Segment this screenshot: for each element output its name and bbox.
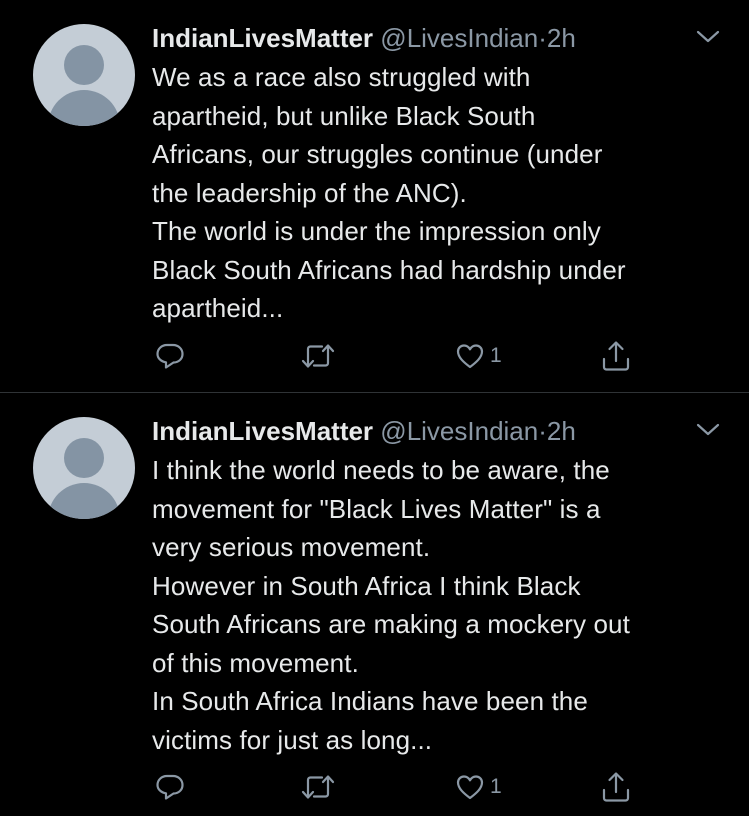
retweet-button[interactable] bbox=[300, 336, 336, 376]
tweet-text-line: Black South Africans had hardship under bbox=[152, 254, 626, 285]
separator: · bbox=[538, 416, 547, 446]
author-name[interactable]: IndianLivesMatter bbox=[152, 23, 373, 53]
share-icon bbox=[602, 341, 630, 371]
tweet-text-line: I think the world needs to be aware, the bbox=[152, 455, 610, 485]
avatar-head bbox=[64, 438, 104, 478]
tweet-header: IndianLivesMatter @LivesIndian·2h bbox=[152, 20, 576, 56]
share-button[interactable] bbox=[600, 767, 632, 807]
tweet-text-line: the leadership of the ANC). bbox=[152, 177, 467, 208]
like-count: 1 bbox=[490, 344, 502, 367]
tweet-header: IndianLivesMatter @LivesIndian·2h bbox=[152, 413, 576, 449]
chevron-down-icon[interactable] bbox=[694, 26, 722, 48]
avatar-shoulders bbox=[48, 90, 120, 126]
tweet-text-line: South Africans are making a mockery out bbox=[152, 609, 630, 639]
reply-button[interactable] bbox=[154, 767, 186, 807]
like-button[interactable]: 1 bbox=[454, 767, 502, 807]
share-icon bbox=[602, 772, 630, 802]
reply-icon bbox=[156, 343, 184, 369]
tweet-text-line: The world is under the impression only bbox=[152, 216, 601, 246]
tweet-text-line: movement for "Black Lives Matter" is a bbox=[152, 493, 601, 524]
chevron-down-icon[interactable] bbox=[694, 419, 722, 441]
separator: · bbox=[538, 23, 547, 53]
retweet-icon bbox=[301, 775, 335, 799]
reply-icon bbox=[156, 774, 184, 800]
author-name[interactable]: IndianLivesMatter bbox=[152, 416, 373, 446]
avatar[interactable] bbox=[33, 24, 135, 126]
retweet-button[interactable] bbox=[300, 767, 336, 807]
tweet-text-line: victims for just as long... bbox=[152, 724, 433, 755]
tweet-text-line: In South Africa Indians have been the bbox=[152, 686, 588, 716]
share-button[interactable] bbox=[600, 336, 632, 376]
avatar-shoulders bbox=[48, 483, 120, 519]
reply-button[interactable] bbox=[154, 336, 186, 376]
tweet-text-line: We as a race also struggled with bbox=[152, 62, 531, 92]
tweet-text-line: However in South Africa I think Black bbox=[152, 570, 581, 601]
tweet-actions: 1 bbox=[152, 336, 652, 376]
tweet[interactable]: IndianLivesMatter @LivesIndian·2h We as … bbox=[0, 0, 749, 392]
author-handle[interactable]: @LivesIndian bbox=[380, 416, 538, 446]
author-handle[interactable]: @LivesIndian bbox=[380, 23, 538, 53]
avatar[interactable] bbox=[33, 417, 135, 519]
tweet-actions: 1 bbox=[152, 767, 652, 807]
heart-icon bbox=[456, 344, 484, 369]
avatar-head bbox=[64, 45, 104, 85]
timestamp[interactable]: 2h bbox=[547, 23, 576, 53]
tweet-text-line: of this movement. bbox=[152, 647, 359, 678]
tweet-text: We as a race also struggled with aparthe… bbox=[152, 58, 732, 328]
tweet-text-line: Africans, our struggles continue (under bbox=[152, 139, 603, 169]
timestamp[interactable]: 2h bbox=[547, 416, 576, 446]
heart-icon bbox=[456, 775, 484, 800]
retweet-icon bbox=[301, 344, 335, 368]
tweet-text-line: very serious movement. bbox=[152, 532, 431, 562]
like-button[interactable]: 1 bbox=[454, 336, 502, 376]
tweet[interactable]: IndianLivesMatter @LivesIndian·2h I thin… bbox=[0, 393, 749, 816]
tweet-text: I think the world needs to be aware, the… bbox=[152, 451, 732, 759]
tweet-text-line: apartheid... bbox=[152, 293, 284, 323]
like-count: 1 bbox=[490, 775, 502, 798]
tweet-text-line: apartheid, but unlike Black South bbox=[152, 100, 536, 131]
